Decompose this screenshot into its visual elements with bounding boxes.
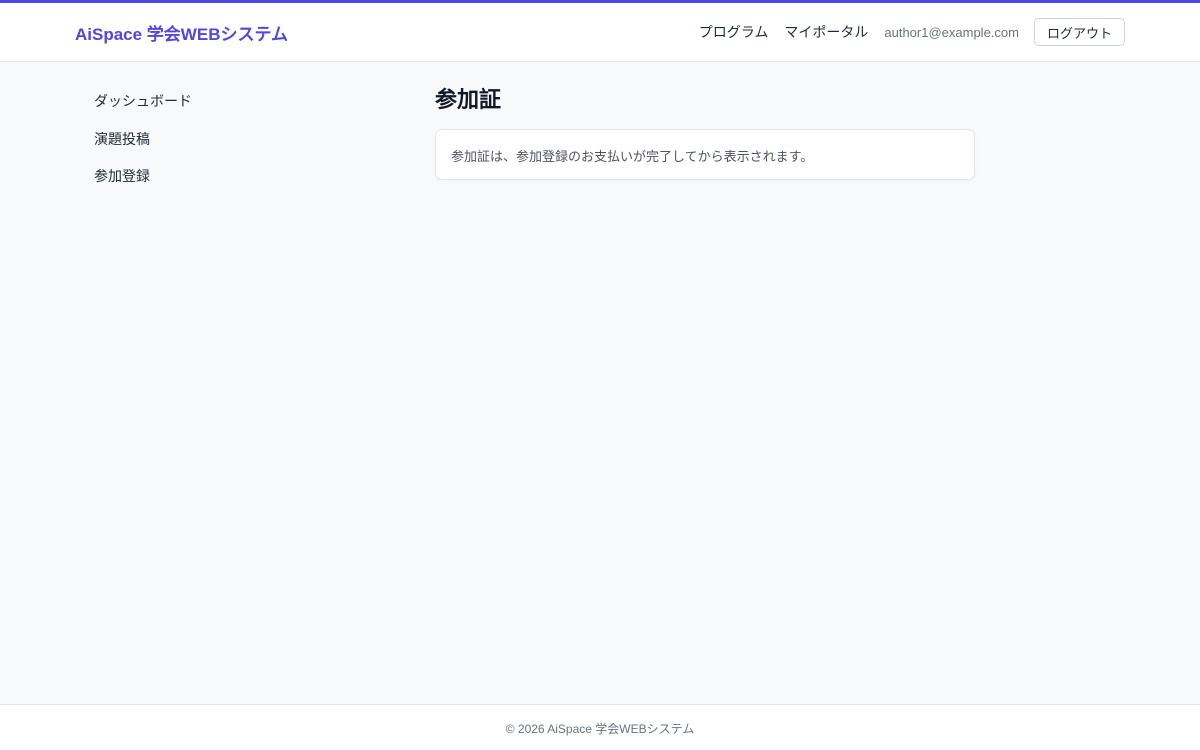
footer-copyright: © 2026 AiSpace 学会WEBシステム [505,722,695,736]
sidebar-item-abstract-submission[interactable]: 演題投稿 [94,130,294,168]
top-bar: AiSpace 学会WEBシステム プログラム マイポータル author1@e… [0,0,1200,62]
sidebar-item-registration[interactable]: 参加登録 [94,167,294,205]
notice-text: 参加証は、参加登録のお支払いが完了してから表示されます。 [451,149,814,164]
footer: © 2026 AiSpace 学会WEBシステム [0,704,1200,750]
nav-link-program[interactable]: プログラム [699,22,769,42]
sidebar: ダッシュボード 演題投稿 参加登録 [94,92,294,205]
brand-logo[interactable]: AiSpace 学会WEBシステム [75,20,288,45]
nav-link-my-portal[interactable]: マイポータル [784,22,868,42]
notice-card: 参加証は、参加登録のお支払いが完了してから表示されます。 [435,129,975,180]
top-nav: プログラム マイポータル author1@example.com ログアウト [699,18,1125,46]
logout-button[interactable]: ログアウト [1033,18,1125,46]
user-email: author1@example.com [884,24,1019,40]
page-title: 参加証 [435,87,502,112]
main-content: 参加証 参加証は、参加登録のお支払いが完了してから表示されます。 [435,84,975,180]
sidebar-item-dashboard[interactable]: ダッシュボード [94,92,294,130]
